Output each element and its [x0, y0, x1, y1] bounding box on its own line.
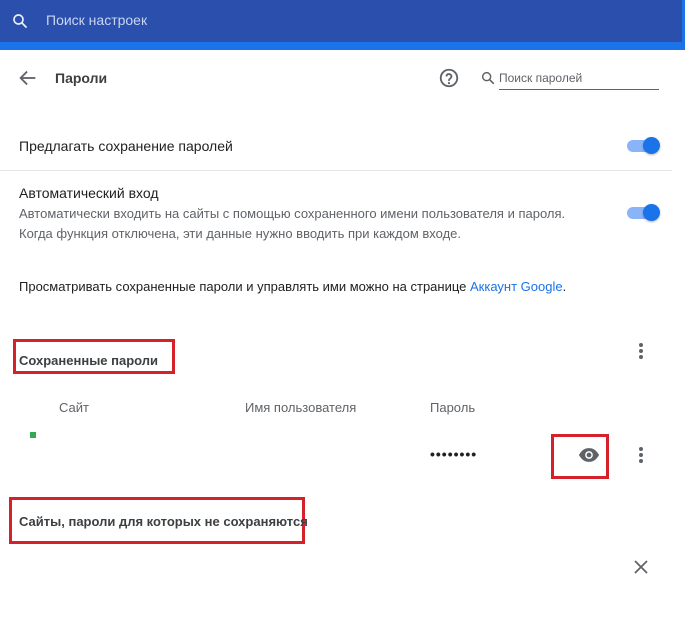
saved-passwords-title: Сохраненные пароли [19, 353, 159, 368]
more-vert-icon[interactable] [638, 342, 644, 360]
auto-signin-label: Автоматический вход [19, 185, 159, 201]
auto-signin-description-1: Автоматически входить на сайты с помощью… [19, 206, 566, 221]
column-username: Имя пользователя [245, 400, 357, 415]
page-title: Пароли [55, 70, 108, 86]
settings-search-placeholder[interactable]: Поиск настроек [46, 12, 147, 28]
eye-icon[interactable] [578, 447, 600, 463]
offer-save-label: Предлагать сохранение паролей [19, 138, 233, 154]
password-search-input[interactable] [499, 67, 659, 90]
google-account-link[interactable]: Аккаунт Google [470, 279, 563, 294]
auto-signin-toggle[interactable] [627, 204, 660, 221]
help-circle-icon[interactable] [438, 67, 460, 89]
row-more-vert-icon[interactable] [638, 446, 644, 464]
manage-passwords-text: Просматривать сохраненные пароли и управ… [19, 279, 566, 294]
manage-tail: . [562, 279, 567, 294]
offer-save-toggle[interactable] [627, 137, 660, 154]
auto-signin-description-2: Когда функция отключена, эти данные нужн… [19, 226, 461, 241]
search-icon [13, 14, 27, 28]
settings-search-box[interactable]: Поиск настроек [0, 0, 682, 42]
row-password-masked: •••••••• [430, 446, 478, 462]
arrow-back-icon[interactable] [17, 67, 39, 89]
toggle-knob [643, 204, 660, 221]
never-saved-title: Сайты, пароли для которых не сохраняются [19, 514, 308, 529]
site-favicon [30, 432, 36, 438]
column-site: Сайт [59, 400, 89, 415]
toggle-knob [643, 137, 660, 154]
divider [0, 170, 672, 171]
close-icon[interactable] [634, 560, 648, 574]
manage-text: Просматривать сохраненные пароли и управ… [19, 279, 470, 294]
column-password: Пароль [430, 400, 476, 415]
password-search-icon [481, 71, 495, 85]
top-bar: Поиск настроек [0, 0, 685, 50]
